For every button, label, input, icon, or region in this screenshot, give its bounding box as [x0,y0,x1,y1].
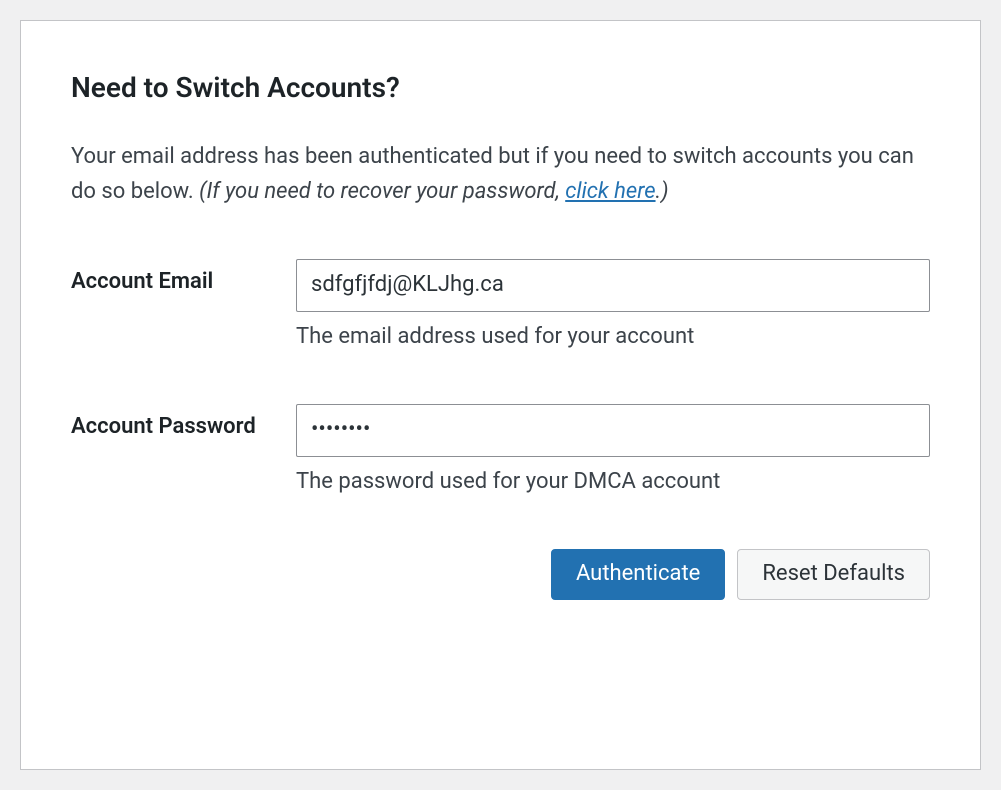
switch-accounts-panel: Need to Switch Accounts? Your email addr… [20,20,981,770]
recover-password-link[interactable]: click here [565,179,655,204]
password-input[interactable] [296,404,930,457]
panel-description: Your email address has been authenticate… [71,139,930,209]
email-label: Account Email [71,259,296,294]
email-row: Account Email The email address used for… [71,259,930,349]
description-italic-prefix: (If you need to recover your password, [199,179,565,204]
password-row: Account Password The password used for y… [71,404,930,494]
description-italic-suffix: .) [656,179,669,204]
email-field-wrapper: The email address used for your account [296,259,930,349]
panel-title: Need to Switch Accounts? [71,71,930,104]
password-label: Account Password [71,404,296,439]
email-input[interactable] [296,259,930,312]
password-help: The password used for your DMCA account [296,469,930,494]
authenticate-button[interactable]: Authenticate [551,549,725,600]
password-field-wrapper: The password used for your DMCA account [296,404,930,494]
button-row: Authenticate Reset Defaults [71,549,930,600]
description-italic: (If you need to recover your password, c… [199,179,668,204]
email-help: The email address used for your account [296,324,930,349]
form-table: Account Email The email address used for… [71,259,930,494]
reset-defaults-button[interactable]: Reset Defaults [737,549,930,600]
